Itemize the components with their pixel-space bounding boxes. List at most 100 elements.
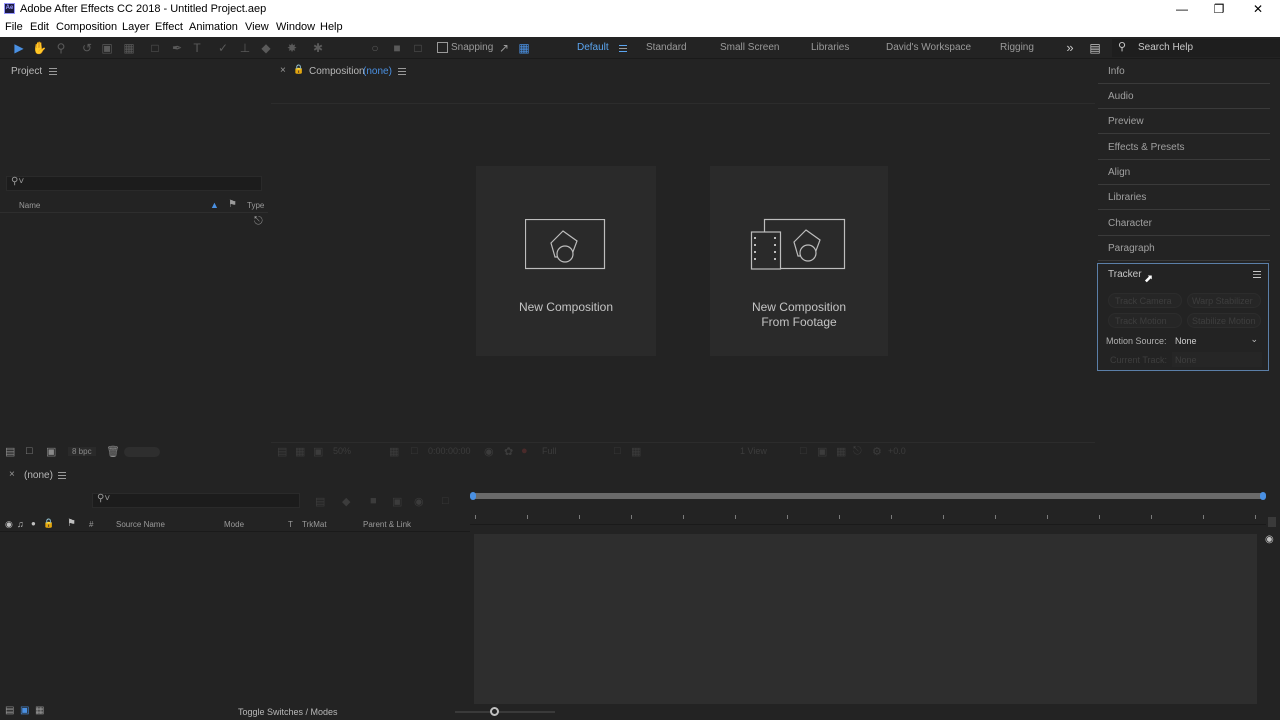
- brush-tool-icon[interactable]: ✓: [216, 41, 230, 55]
- menu-effect[interactable]: Effect: [155, 21, 183, 33]
- time-ruler[interactable]: [470, 511, 1266, 525]
- menu-edit[interactable]: Edit: [30, 21, 49, 33]
- close-window-button[interactable]: ✕: [1238, 0, 1278, 19]
- restore-button[interactable]: ❐: [1199, 0, 1239, 19]
- layer-switches-icon[interactable]: ▤: [5, 705, 14, 716]
- paragraph-panel-tab[interactable]: Paragraph: [1098, 236, 1270, 261]
- eraser-tool-icon[interactable]: ◆: [259, 41, 273, 55]
- selection-tool-icon[interactable]: ▶: [12, 41, 26, 55]
- transparency-grid-icon[interactable]: ▦: [631, 445, 641, 458]
- menu-composition[interactable]: Composition: [56, 21, 117, 33]
- zoom-tool-icon[interactable]: ⚲: [54, 41, 68, 55]
- roi-icon[interactable]: □: [614, 445, 621, 457]
- pan-behind-tool-icon[interactable]: ▦: [122, 41, 136, 55]
- timeline-track-area[interactable]: [474, 534, 1257, 704]
- flowchart-icon[interactable]: ⎋: [254, 215, 263, 228]
- solo-icon[interactable]: ●: [31, 519, 36, 528]
- timeline-search-input[interactable]: ⚲˅: [92, 493, 300, 508]
- col-parent-link[interactable]: Parent & Link: [363, 520, 411, 529]
- views-dropdown[interactable]: 1 View: [740, 446, 767, 456]
- tracker-menu-icon[interactable]: [1253, 271, 1261, 278]
- interpret-footage-icon[interactable]: ▤: [5, 445, 15, 458]
- menu-layer[interactable]: Layer: [122, 21, 150, 33]
- fast-previews-icon[interactable]: ▣: [817, 445, 827, 458]
- magnification-dropdown[interactable]: 50%: [333, 446, 351, 456]
- hand-tool-icon[interactable]: ✋: [32, 41, 47, 55]
- toggle-pixel-icon[interactable]: □: [800, 445, 807, 457]
- work-area-bar[interactable]: [470, 492, 1266, 500]
- audio-panel-tab[interactable]: Audio: [1098, 84, 1270, 109]
- camera-tool-icon[interactable]: ▣: [100, 41, 114, 55]
- puppet-tool-icon[interactable]: ✱: [311, 41, 325, 55]
- exposure-value[interactable]: +0.0: [888, 446, 906, 456]
- axis-local-icon[interactable]: ○: [368, 41, 382, 55]
- composition-menu-icon[interactable]: [398, 68, 406, 75]
- menu-view[interactable]: View: [245, 21, 269, 33]
- new-comp-icon[interactable]: ▣: [46, 445, 56, 458]
- timeline-scrollbar[interactable]: [1268, 517, 1276, 527]
- motion-blur-icon[interactable]: ◉: [414, 495, 424, 508]
- label-tag-icon[interactable]: ⚑: [228, 199, 237, 210]
- snap-features-icon[interactable]: ▦: [517, 41, 531, 55]
- label-tag-icon[interactable]: ⚑: [67, 518, 76, 529]
- workspace-davids[interactable]: David's Workspace: [886, 42, 971, 53]
- clone-stamp-tool-icon[interactable]: ⊥: [238, 41, 252, 55]
- timeline-menu-icon[interactable]: [58, 472, 66, 479]
- video-eye-icon[interactable]: ◉: [5, 519, 13, 530]
- color-channel-icon[interactable]: ●: [521, 445, 528, 457]
- libraries-panel-tab[interactable]: Libraries: [1098, 185, 1270, 210]
- effects-presets-panel-tab[interactable]: Effects & Presets: [1098, 135, 1270, 160]
- col-t[interactable]: T: [288, 520, 293, 529]
- preview-panel-tab[interactable]: Preview: [1098, 109, 1270, 134]
- track-motion-button[interactable]: Track Motion: [1108, 313, 1182, 328]
- flowchart-icon[interactable]: ⎋: [853, 445, 862, 458]
- col-mode[interactable]: Mode: [224, 520, 244, 529]
- toggle-switches-modes-button[interactable]: Toggle Switches / Modes: [238, 707, 338, 717]
- workspace-standard[interactable]: Standard: [646, 42, 687, 53]
- new-composition-tile[interactable]: New Composition: [476, 166, 656, 356]
- bpc-indicator[interactable]: 8 bpc: [68, 447, 96, 456]
- audio-speaker-icon[interactable]: ♫: [17, 519, 24, 529]
- sort-asc-icon[interactable]: ▲: [210, 200, 219, 210]
- show-channel-icon[interactable]: ✿: [504, 445, 513, 458]
- info-panel-tab[interactable]: Info: [1098, 59, 1270, 84]
- close-tab-icon[interactable]: ×: [9, 469, 15, 480]
- track-camera-button[interactable]: Track Camera: [1108, 293, 1182, 308]
- col-trkmat[interactable]: TrkMat: [302, 520, 327, 529]
- menu-help[interactable]: Help: [320, 21, 343, 33]
- always-preview-icon[interactable]: ▤: [277, 445, 287, 458]
- in-out-panes-icon[interactable]: ▦: [35, 705, 44, 716]
- minimize-button[interactable]: —: [1162, 0, 1202, 19]
- character-panel-tab[interactable]: Character: [1098, 211, 1270, 236]
- workspace-menu-icon[interactable]: [619, 45, 627, 52]
- project-search-input[interactable]: ⚲˅: [6, 176, 262, 191]
- timeline-tab-label[interactable]: (none): [24, 470, 53, 481]
- new-comp-from-footage-tile[interactable]: New Composition From Footage: [710, 166, 888, 356]
- snapshot-icon[interactable]: ◉: [484, 445, 494, 458]
- snapping-checkbox[interactable]: [437, 42, 448, 53]
- new-folder-icon[interactable]: □: [26, 445, 33, 457]
- shy-layers-icon[interactable]: ■: [370, 495, 377, 507]
- zoom-slider[interactable]: [455, 707, 555, 716]
- composition-tab-value[interactable]: (none): [363, 66, 392, 77]
- composition-tab-label[interactable]: Composition: [309, 66, 365, 77]
- transfer-controls-icon[interactable]: ▣: [20, 705, 29, 716]
- col-type[interactable]: Type: [247, 201, 264, 210]
- lock-icon[interactable]: 🔒: [43, 518, 54, 529]
- lock-icon[interactable]: 🔒: [293, 64, 304, 75]
- work-area-end-handle[interactable]: [1260, 492, 1266, 500]
- pixel-aspect-icon[interactable]: ▦: [295, 445, 305, 458]
- col-source-name[interactable]: Source Name: [116, 520, 165, 529]
- rotate-tool-icon[interactable]: ↺: [80, 41, 94, 55]
- rectangle-tool-icon[interactable]: □: [148, 41, 162, 55]
- roto-brush-tool-icon[interactable]: ✸: [285, 41, 299, 55]
- sync-settings-icon[interactable]: ▤: [1088, 41, 1102, 55]
- current-time-display[interactable]: 0:00:00:00: [428, 446, 471, 456]
- mask-visibility-icon[interactable]: ▣: [313, 445, 323, 458]
- project-menu-icon[interactable]: [49, 68, 57, 75]
- frame-blending-icon[interactable]: ▣: [392, 495, 402, 508]
- region-icon[interactable]: □: [411, 445, 418, 457]
- menu-file[interactable]: File: [5, 21, 23, 33]
- menu-window[interactable]: Window: [276, 21, 315, 33]
- timeline-icon[interactable]: ▦: [836, 445, 846, 458]
